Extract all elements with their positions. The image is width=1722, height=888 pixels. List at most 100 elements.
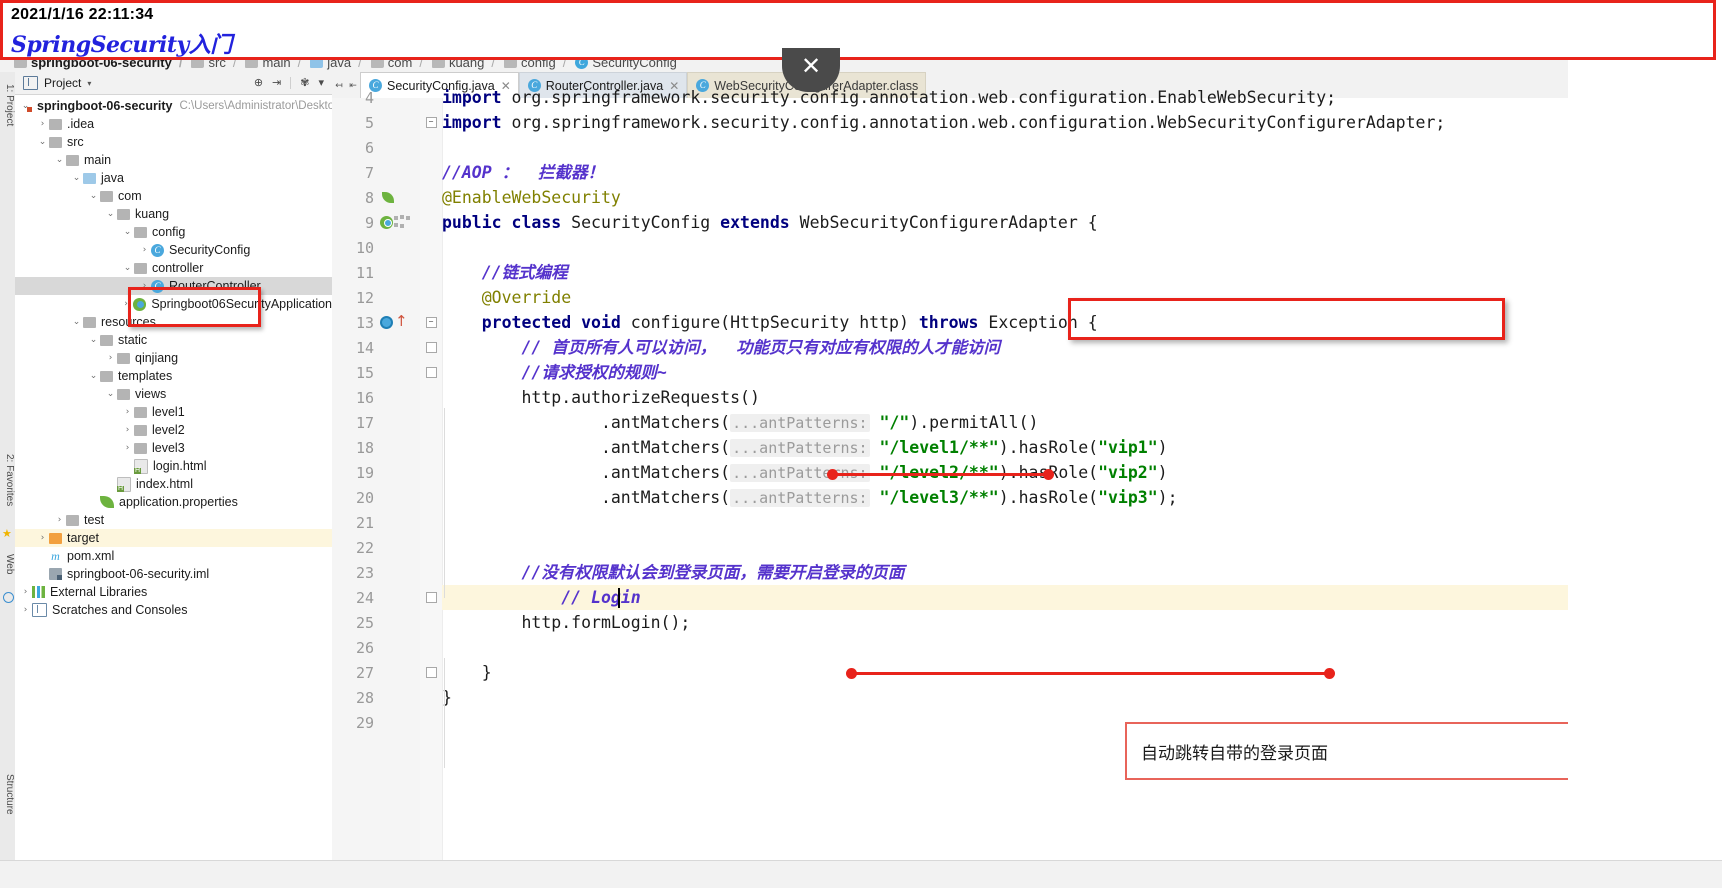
code-line[interactable]: import org.springframework.security.conf… xyxy=(442,85,1336,110)
fold-marker[interactable] xyxy=(420,135,442,160)
tree-item-level2[interactable]: › level2 xyxy=(15,421,332,439)
close-button[interactable]: ✕ xyxy=(782,48,840,92)
chevron-down-icon[interactable]: ⌄ xyxy=(104,389,117,399)
tree-item-com[interactable]: ⌄ com xyxy=(15,187,332,205)
tree-item-external-libraries[interactable]: › External Libraries xyxy=(15,583,332,601)
fold-marker[interactable] xyxy=(420,85,442,110)
tree-item-src[interactable]: ⌄ src xyxy=(15,133,332,151)
tree-item-application-properties[interactable]: application.properties xyxy=(15,493,332,511)
gutter-row[interactable]: 15 xyxy=(332,360,420,385)
chevron-down-icon[interactable]: ⌄ xyxy=(87,335,100,345)
fold-marker[interactable] xyxy=(420,485,442,510)
target-icon[interactable]: ⊕ xyxy=(254,77,263,89)
gutter-row[interactable]: 27 xyxy=(332,660,420,685)
chevron-down-icon[interactable]: ⌄ xyxy=(36,137,49,147)
chevron-down-icon[interactable]: ⌄ xyxy=(121,263,134,273)
code-line[interactable]: @Override xyxy=(442,285,571,310)
gutter-row[interactable]: 10 xyxy=(332,235,420,260)
gutter-row[interactable]: 16 xyxy=(332,385,420,410)
gutter-row[interactable]: 17 xyxy=(332,410,420,435)
fold-marker[interactable]: − xyxy=(420,310,442,335)
gutter-row[interactable]: 24 xyxy=(332,585,420,610)
tree-item-springboot06securityapplication[interactable]: › Springboot06SecurityApplication xyxy=(15,295,332,313)
fold-collapse-icon[interactable] xyxy=(425,592,437,603)
tree-item-scratches-and-consoles[interactable]: › Scratches and Consoles xyxy=(15,601,332,619)
fold-marker[interactable] xyxy=(420,585,442,610)
tree-item-pom-xml[interactable]: m pom.xml xyxy=(15,547,332,565)
fold-marker[interactable] xyxy=(420,660,442,685)
gutter-row[interactable]: 14 xyxy=(332,335,420,360)
implemented-icon[interactable] xyxy=(394,214,410,230)
chevron-down-icon[interactable]: ⌄ xyxy=(53,155,66,165)
chevron-right-icon[interactable]: › xyxy=(121,443,134,453)
fold-marker[interactable] xyxy=(420,635,442,660)
fold-marker[interactable] xyxy=(420,435,442,460)
fold-marker[interactable]: − xyxy=(420,110,442,135)
chevron-down-icon[interactable]: ⌄ xyxy=(87,371,100,381)
fold-marker[interactable] xyxy=(420,360,442,385)
chevron-right-icon[interactable]: › xyxy=(36,119,49,129)
code-folding-strip[interactable]: − − xyxy=(420,98,443,860)
tree-item-kuang[interactable]: ⌄ kuang xyxy=(15,205,332,223)
gutter-row[interactable]: 23 xyxy=(332,560,420,585)
code-line[interactable]: // 首页所有人可以访问， 功能页只有对应有权限的人才能访问 xyxy=(442,335,1000,360)
chevron-right-icon[interactable]: › xyxy=(121,407,134,417)
chevron-down-icon[interactable]: ▾ xyxy=(318,77,324,89)
fold-marker[interactable] xyxy=(420,560,442,585)
tree-item-qinjiang[interactable]: › qinjiang xyxy=(15,349,332,367)
gutter-row[interactable]: 11 xyxy=(332,260,420,285)
fold-marker[interactable] xyxy=(420,235,442,260)
gutter-row[interactable]: 28 xyxy=(332,685,420,710)
chevron-right-icon[interactable]: › xyxy=(19,587,32,597)
gutter-row[interactable]: 4 xyxy=(332,85,420,110)
code-line[interactable]: //链式编程 xyxy=(442,260,568,285)
gutter-row[interactable]: 5 xyxy=(332,110,420,135)
fold-collapse-icon[interactable]: − xyxy=(425,117,437,128)
fold-marker[interactable] xyxy=(420,610,442,635)
chevron-right-icon[interactable]: › xyxy=(121,425,134,435)
tree-item-templates[interactable]: ⌄ templates xyxy=(15,367,332,385)
fold-marker[interactable] xyxy=(420,210,442,235)
tree-item-level1[interactable]: › level1 xyxy=(15,403,332,421)
tool-tab-structure[interactable]: Structure xyxy=(0,772,15,817)
fold-marker[interactable] xyxy=(420,410,442,435)
fold-marker[interactable] xyxy=(420,260,442,285)
fold-marker[interactable] xyxy=(420,535,442,560)
fold-marker[interactable] xyxy=(420,510,442,535)
code-line[interactable]: .antMatchers(...antPatterns: "/level3/**… xyxy=(442,485,1178,510)
code-line[interactable]: // Login xyxy=(442,585,1568,610)
chevron-down-icon[interactable]: ⌄ xyxy=(70,173,83,183)
tree-item-index-html[interactable]: index.html xyxy=(15,475,332,493)
fold-collapse-icon[interactable] xyxy=(425,342,437,353)
tool-tab-project[interactable]: 1: Project xyxy=(0,82,15,128)
code-line[interactable]: import org.springframework.security.conf… xyxy=(442,110,1445,135)
gutter-row[interactable]: 8 xyxy=(332,185,420,210)
chevron-right-icon[interactable]: › xyxy=(138,245,151,255)
tree-item--idea[interactable]: › .idea xyxy=(15,115,332,133)
gutter-row[interactable]: 12 xyxy=(332,285,420,310)
code-line[interactable]: //请求授权的规则~ xyxy=(442,360,666,385)
fold-marker[interactable] xyxy=(420,685,442,710)
tree-item-login-html[interactable]: login.html xyxy=(15,457,332,475)
overriding-method-icon[interactable] xyxy=(380,315,393,329)
line-number-gutter[interactable]: 4 5 6 7 8 9 10 11 12 13 ↑ 14 15 16 17 18 19 20 21 22 23 24 25 2… xyxy=(332,89,421,860)
chevron-down-icon[interactable]: ⌄ xyxy=(104,209,117,219)
code-line[interactable]: } xyxy=(442,660,492,685)
tree-item-target[interactable]: › target xyxy=(15,529,332,547)
tree-item-resources[interactable]: ⌄ resources xyxy=(15,313,332,331)
code-line[interactable]: //AOP ： 拦截器！ xyxy=(442,160,604,185)
code-line[interactable]: .antMatchers(...antPatterns: "/level2/**… xyxy=(442,460,1168,485)
tool-tab-favorites[interactable]: 2: Favorites xyxy=(0,452,15,508)
gutter-row[interactable]: 6 xyxy=(332,135,420,160)
gutter-row[interactable]: 9 xyxy=(332,210,420,235)
fold-marker[interactable] xyxy=(420,285,442,310)
gutter-row[interactable]: 18 xyxy=(332,435,420,460)
chevron-right-icon[interactable]: › xyxy=(36,533,49,543)
chevron-right-icon[interactable]: › xyxy=(19,605,32,615)
chevron-down-icon[interactable]: ▾ xyxy=(87,79,91,88)
tree-item-securityconfig[interactable]: › C SecurityConfig xyxy=(15,241,332,259)
tree-item-main[interactable]: ⌄ main xyxy=(15,151,332,169)
tree-item-springboot-06-security[interactable]: ⌄ springboot-06-security C:\Users\Administ… xyxy=(15,97,332,115)
gutter-row[interactable]: 22 xyxy=(332,535,420,560)
code-line[interactable]: http.formLogin(); xyxy=(442,610,690,635)
